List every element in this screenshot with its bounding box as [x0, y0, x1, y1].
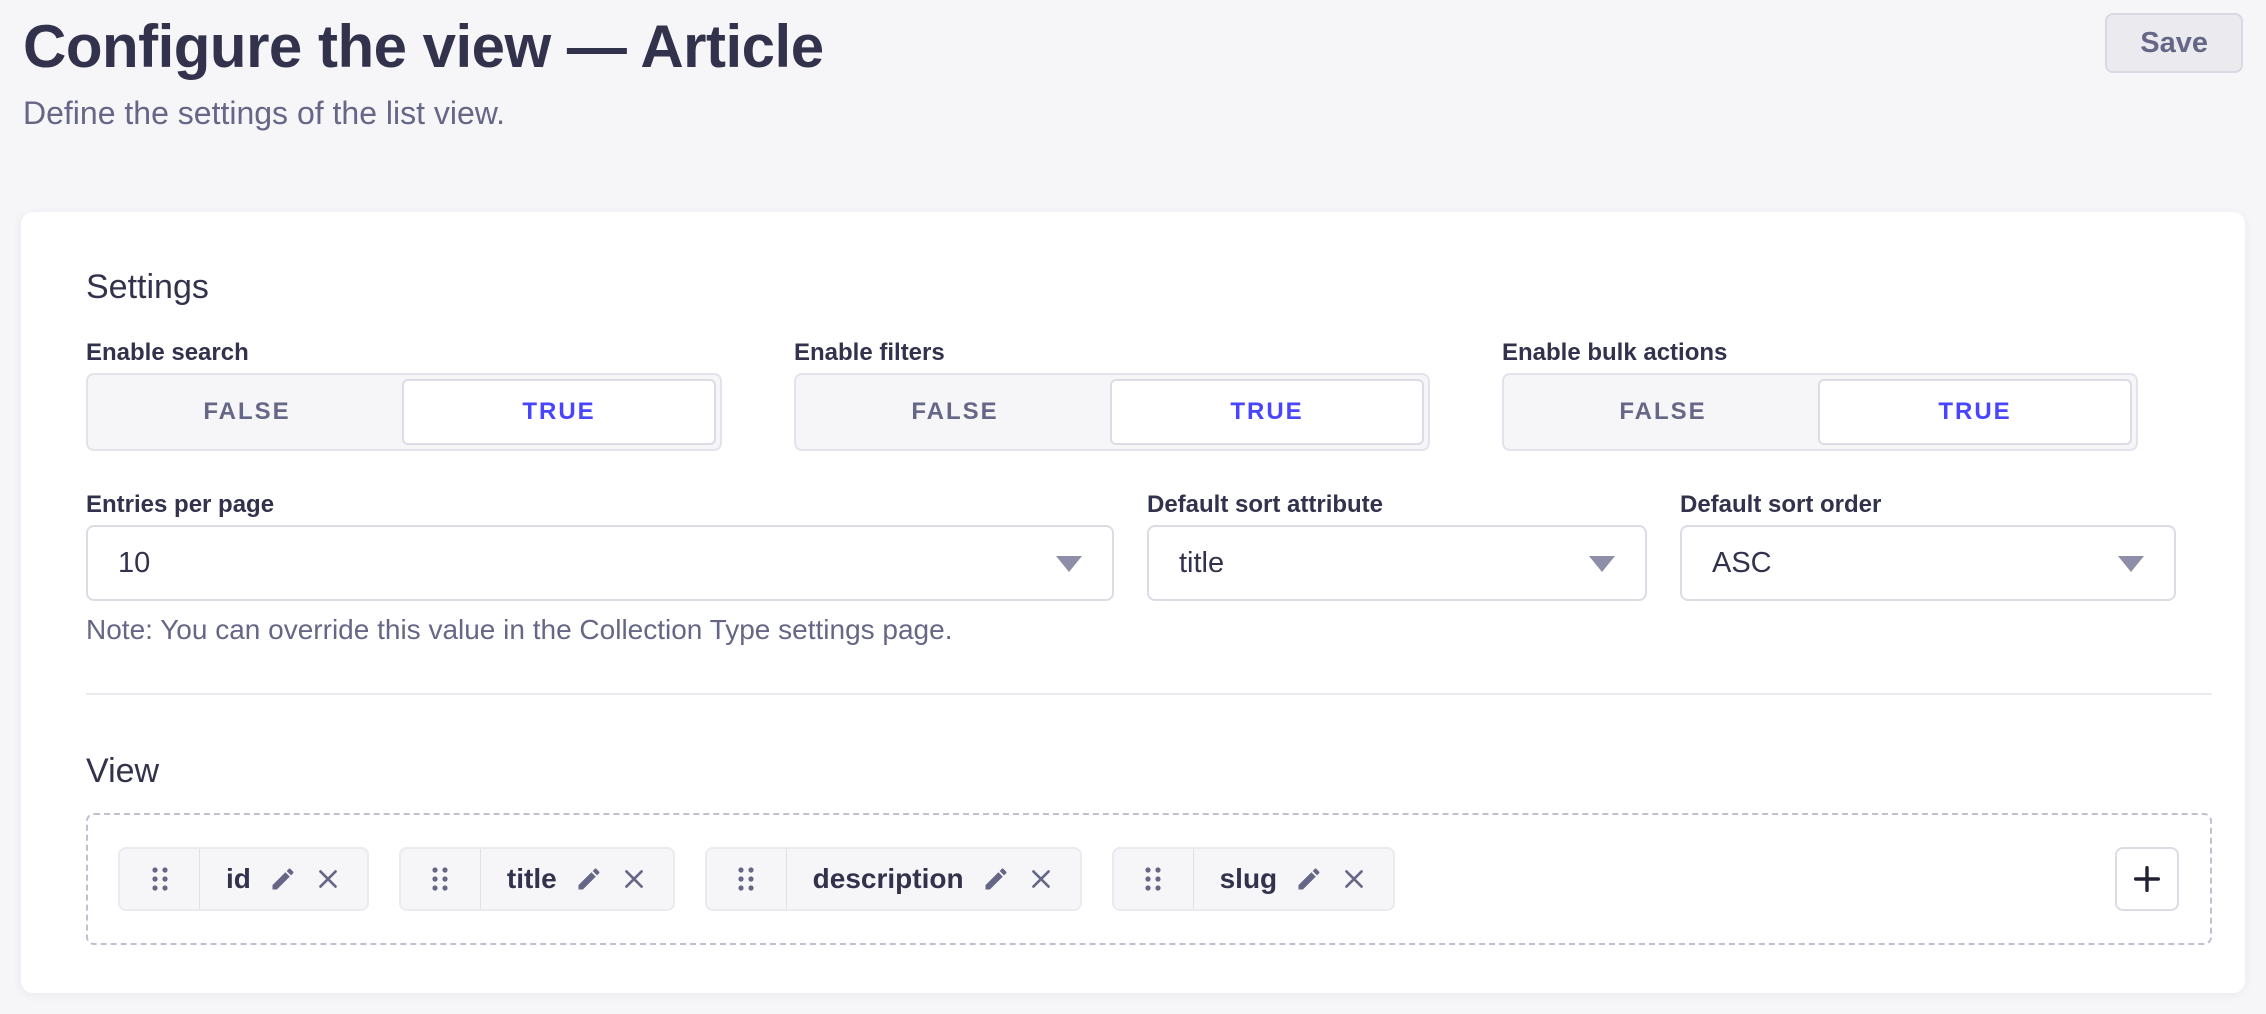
enable-bulk-actions-field: Enable bulk actions FALSE TRUE — [1502, 339, 2138, 451]
page-subtitle: Define the settings of the list view. — [23, 94, 2243, 132]
enable-filters-label: Enable filters — [794, 339, 1430, 367]
enable-filters-toggle[interactable]: FALSE TRUE — [794, 373, 1430, 451]
edit-field-button[interactable] — [269, 865, 297, 893]
drag-handle-icon — [429, 865, 451, 893]
edit-field-button[interactable] — [575, 865, 603, 893]
enable-bulk-actions-option-true[interactable]: TRUE — [1818, 379, 2132, 445]
remove-field-button[interactable] — [315, 866, 341, 892]
enable-filters-option-false[interactable]: FALSE — [800, 379, 1110, 445]
entries-per-page-note: Note: You can override this value in the… — [86, 615, 1114, 645]
pencil-icon — [575, 865, 603, 893]
caret-down-icon — [1589, 556, 1615, 572]
drag-handle[interactable] — [1114, 849, 1194, 909]
field-chip-slug[interactable]: slug — [1112, 847, 1396, 911]
default-sort-attribute-select[interactable]: title — [1147, 525, 1647, 601]
field-chip-body: description — [787, 849, 1080, 909]
enable-search-option-true[interactable]: TRUE — [402, 379, 716, 445]
default-sort-attribute-value: title — [1179, 547, 1224, 580]
drag-handle[interactable] — [707, 849, 787, 909]
field-chip-label: id — [226, 863, 251, 895]
default-sort-order-field: Default sort order ASC — [1680, 491, 2176, 601]
drag-handle-icon — [149, 865, 171, 893]
enable-filters-option-true[interactable]: TRUE — [1110, 379, 1424, 445]
drag-handle[interactable] — [120, 849, 200, 909]
edit-field-button[interactable] — [1295, 865, 1323, 893]
enable-bulk-actions-option-false[interactable]: FALSE — [1508, 379, 1818, 445]
enable-search-option-false[interactable]: FALSE — [92, 379, 402, 445]
caret-down-icon — [1056, 556, 1082, 572]
selects-row: Entries per page 10 Note: You can overri… — [86, 491, 2212, 645]
pencil-icon — [1295, 865, 1323, 893]
close-icon — [621, 866, 647, 892]
edit-field-button[interactable] — [982, 865, 1010, 893]
field-chip-title[interactable]: title — [399, 847, 675, 911]
field-chip-body: title — [481, 849, 673, 909]
enable-search-label: Enable search — [86, 339, 722, 367]
enable-bulk-actions-toggle[interactable]: FALSE TRUE — [1502, 373, 2138, 451]
configure-view-page: Configure the view — Article Define the … — [0, 0, 2266, 1014]
field-chip-id[interactable]: id — [118, 847, 369, 911]
field-chip-body: slug — [1194, 849, 1394, 909]
enable-filters-field: Enable filters FALSE TRUE — [794, 339, 1430, 451]
page-header: Configure the view — Article Define the … — [0, 0, 2266, 132]
plus-icon — [2130, 862, 2164, 896]
field-chip-label: slug — [1220, 863, 1278, 895]
toggles-row: Enable search FALSE TRUE Enable filters … — [86, 339, 2212, 451]
default-sort-order-label: Default sort order — [1680, 491, 2176, 519]
remove-field-button[interactable] — [1341, 866, 1367, 892]
remove-field-button[interactable] — [1028, 866, 1054, 892]
entries-per-page-label: Entries per page — [86, 491, 1114, 519]
default-sort-order-value: ASC — [1712, 547, 1772, 580]
drag-handle-icon — [735, 865, 757, 893]
section-divider — [86, 693, 2212, 695]
enable-search-toggle[interactable]: FALSE TRUE — [86, 373, 722, 451]
pencil-icon — [269, 865, 297, 893]
close-icon — [1028, 866, 1054, 892]
remove-field-button[interactable] — [621, 866, 647, 892]
page-title: Configure the view — Article — [23, 14, 2243, 80]
enable-bulk-actions-label: Enable bulk actions — [1502, 339, 2138, 367]
field-chip-label: title — [507, 863, 557, 895]
drag-handle[interactable] — [401, 849, 481, 909]
entries-per-page-value: 10 — [118, 547, 150, 580]
view-heading: View — [86, 751, 2212, 791]
settings-card: Settings Enable search FALSE TRUE Enable… — [21, 212, 2245, 993]
default-sort-order-select[interactable]: ASC — [1680, 525, 2176, 601]
entries-per-page-field: Entries per page 10 Note: You can overri… — [86, 491, 1114, 645]
add-field-button[interactable] — [2115, 847, 2179, 911]
field-chip-label: description — [813, 863, 964, 895]
default-sort-attribute-label: Default sort attribute — [1147, 491, 1647, 519]
pencil-icon — [982, 865, 1010, 893]
close-icon — [1341, 866, 1367, 892]
field-chip-description[interactable]: description — [705, 847, 1082, 911]
default-sort-attribute-field: Default sort attribute title — [1147, 491, 1647, 601]
caret-down-icon — [2118, 556, 2144, 572]
save-button[interactable]: Save — [2105, 13, 2243, 73]
drag-handle-icon — [1142, 865, 1164, 893]
field-chip-body: id — [200, 849, 367, 909]
entries-per-page-select[interactable]: 10 — [86, 525, 1114, 601]
settings-heading: Settings — [86, 267, 2212, 307]
field-drop-zone: id title — [86, 813, 2212, 945]
close-icon — [315, 866, 341, 892]
enable-search-field: Enable search FALSE TRUE — [86, 339, 722, 451]
